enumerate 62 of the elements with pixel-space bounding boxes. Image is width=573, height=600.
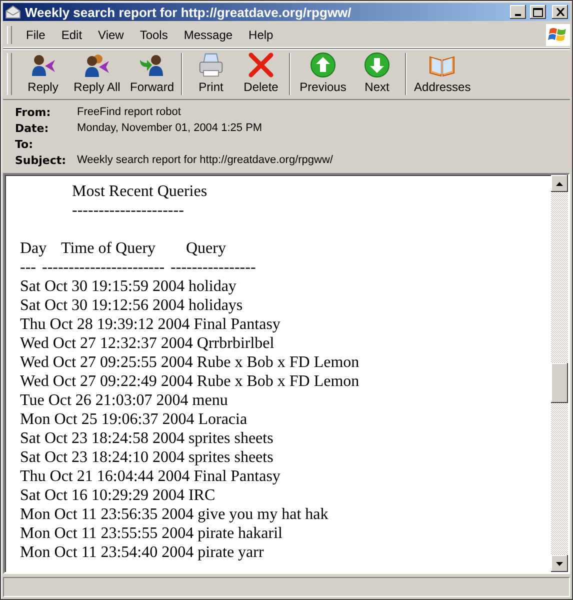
message-heading: Most Recent Queries (71, 182, 208, 201)
query-row-text: Mon Oct 11 23:56:35 2004 give you my hat hak (20, 505, 330, 524)
query-row-text: Thu Oct 21 16:04:44 2004 Final Pantasy (20, 467, 282, 486)
toolbar-button[interactable]: Reply (18, 49, 68, 99)
header-label: From: (15, 106, 52, 119)
menu-item[interactable]: File (18, 26, 54, 44)
up-arrow-icon (556, 182, 563, 186)
query-row-text: Wed Oct 27 09:22:49 2004 Rube x Bob x FD Lemon (20, 372, 360, 391)
people-arrow-icon (84, 52, 110, 78)
column-heading: Time of Query (61, 239, 157, 258)
column-rule: --- (20, 258, 36, 277)
menu-item[interactable]: Tools (132, 26, 176, 44)
query-row-text: Sat Oct 16 10:29:29 2004 IRC (20, 486, 216, 505)
query-row-text: Sat Oct 30 19:15:59 2004 holiday (20, 277, 238, 296)
query-row-text: Thu Oct 28 19:39:12 2004 Final Pantasy (20, 315, 282, 334)
toolbar-button[interactable]: Print (186, 49, 236, 99)
column-heading: Query (186, 239, 226, 258)
scrollbar[interactable] (551, 175, 568, 572)
down-arrow-icon (556, 562, 563, 566)
query-row-text: Mon Oct 25 19:06:37 2004 Loracia (20, 410, 248, 429)
header-label: Subject: (15, 154, 68, 167)
window-title: Weekly search report for http://greatdave.org/rpgww/ (25, 4, 352, 20)
menu-item[interactable]: Edit (53, 26, 90, 44)
toolbar-button[interactable]: Next (352, 49, 402, 99)
header-value: Weekly search report for http://greatdave.org/rpgww/ (77, 154, 334, 167)
header-label: To: (15, 138, 34, 151)
column-rule: ----------------------- (42, 258, 165, 277)
column-heading: Day (20, 239, 48, 258)
query-row-text: Tue Oct 26 21:03:07 2004 menu (20, 391, 229, 410)
scroll-up-button[interactable] (551, 175, 568, 192)
menu-item[interactable]: View (90, 26, 132, 44)
person-arrow-icon (139, 52, 165, 78)
delete-icon (248, 52, 274, 78)
toolbar-button[interactable]: Previous (294, 49, 352, 99)
header-label: Date: (15, 122, 50, 135)
toolbar-button[interactable]: Reply All (68, 49, 126, 99)
maximize-button[interactable] (530, 5, 546, 19)
person-arrow-icon (30, 52, 56, 78)
query-row-text: Sat Oct 23 18:24:10 2004 sprites sheets (20, 448, 274, 467)
query-row-text: Mon Oct 11 23:55:55 2004 pirate hakaril (20, 524, 284, 543)
maximize-icon (533, 8, 543, 16)
header-value: FreeFind report robot (77, 106, 182, 119)
printer-icon (197, 52, 226, 78)
toolbar-button[interactable]: Addresses (410, 49, 475, 99)
column-rule: ---------------- (170, 258, 256, 277)
scroll-thumb[interactable] (551, 363, 568, 403)
scroll-down-button[interactable] (551, 555, 568, 572)
heading-rule: --------------------- (71, 201, 185, 220)
header-value: Monday, November 01, 2004 1:25 PM (77, 122, 264, 135)
query-row-text: Mon Oct 11 23:54:40 2004 pirate yarr (20, 543, 265, 562)
query-row-text: Wed Oct 27 09:25:55 2004 Rube x Bob x FD Lemon (20, 353, 360, 372)
toolbar-button[interactable]: Forward (126, 49, 178, 99)
close-icon (556, 8, 564, 16)
envelope-icon (5, 5, 21, 19)
query-row-text: Sat Oct 23 18:24:58 2004 sprites sheets (20, 429, 274, 448)
toolbar-button[interactable]: Delete (236, 49, 286, 99)
query-row-text: Wed Oct 27 12:32:37 2004 Qrrbrbirlbel (20, 334, 276, 353)
query-row-text: Sat Oct 30 19:12:56 2004 holidays (20, 296, 244, 315)
close-button[interactable] (552, 5, 568, 19)
menu-item[interactable]: Message (176, 26, 241, 44)
minimize-button[interactable] (510, 5, 526, 19)
menu-item[interactable]: Help (240, 26, 282, 44)
